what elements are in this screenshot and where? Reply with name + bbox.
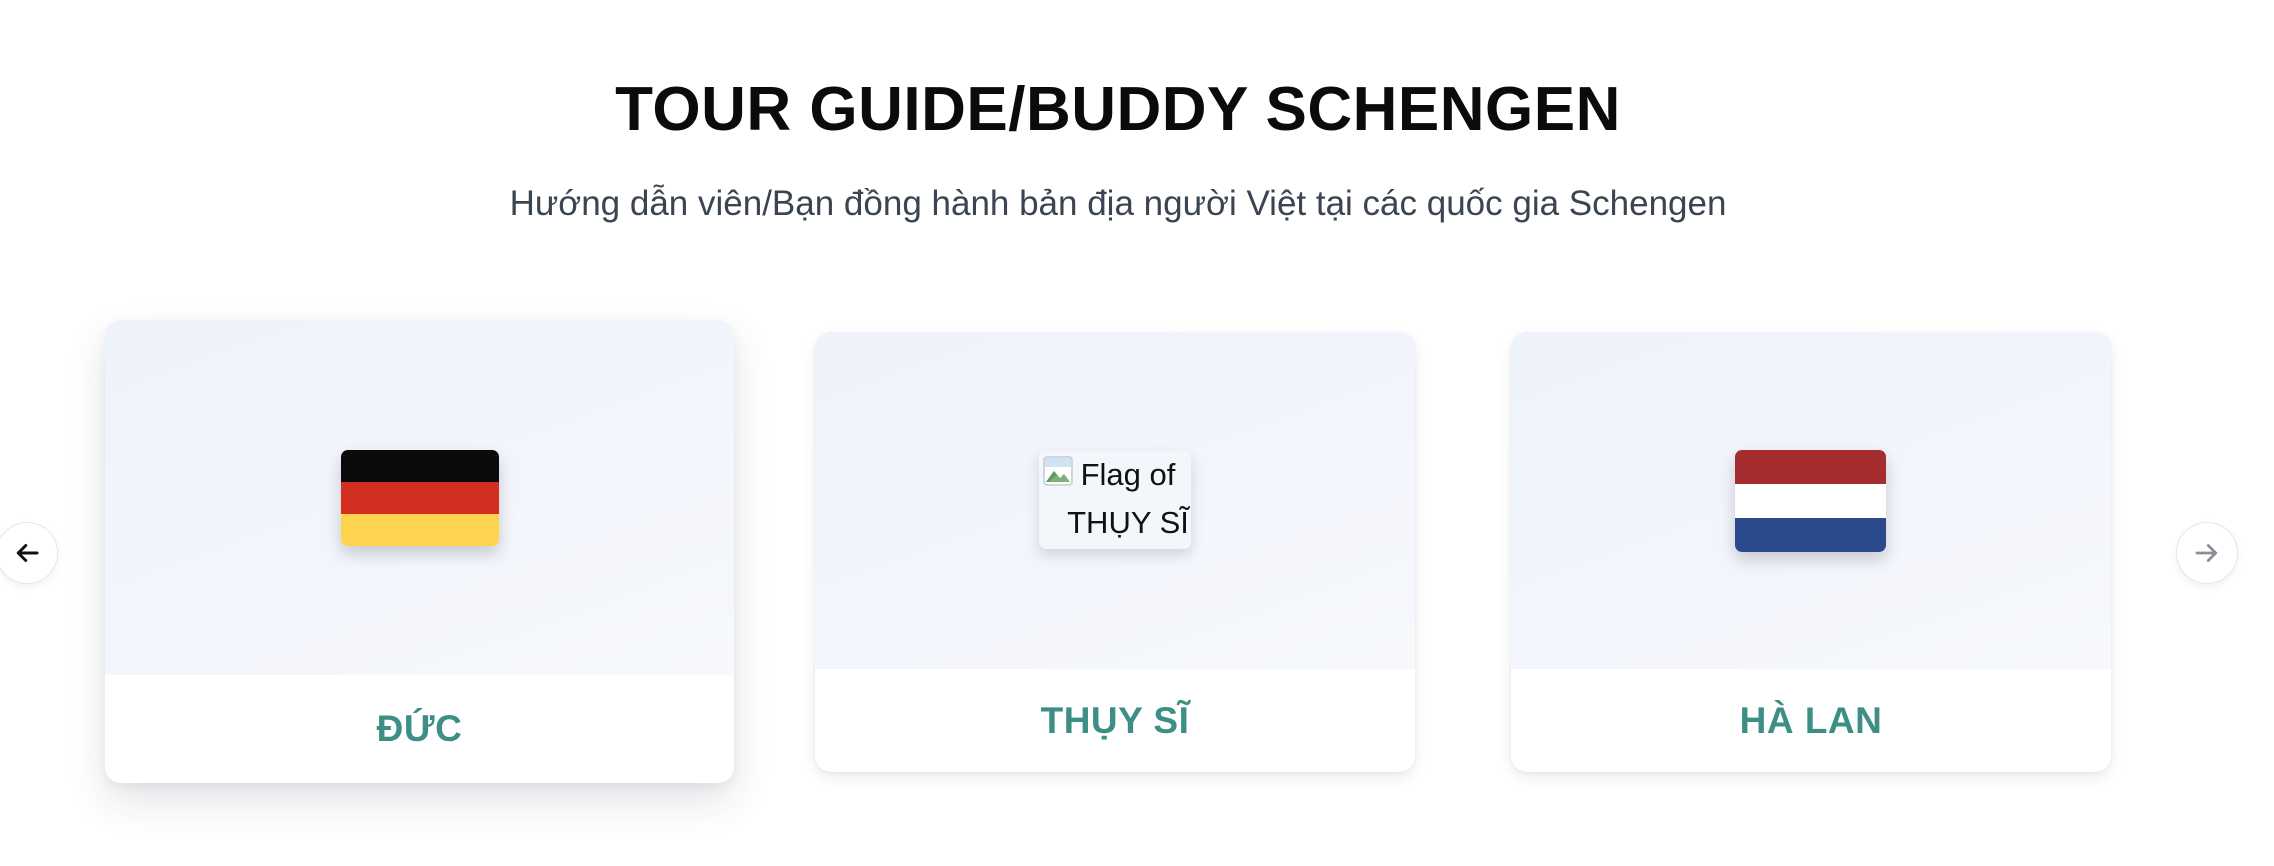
country-card-switzerland[interactable]: Flag of THỤY SĨ THỤY SĨ [815,332,1415,772]
card-label: THỤY SĨ [1040,699,1190,741]
carousel-prev-button[interactable] [0,522,58,584]
country-card-netherlands[interactable]: HÀ LAN [1511,332,2111,772]
section-subtitle: Hướng dẫn viên/Bạn đồng hành bản địa ngư… [509,184,1727,223]
arrow-left-icon [16,544,39,562]
broken-image-icon [1043,456,1073,486]
switzerland-flag-image: Flag of THỤY SĨ [1039,451,1191,549]
germany-flag [341,450,499,546]
card-image-area [105,320,734,675]
card-label: HÀ LAN [1739,699,1883,741]
card-image-area: Flag of THỤY SĨ [815,332,1415,669]
carousel-next-button[interactable] [2176,522,2238,584]
card-label: ĐỨC [376,708,463,749]
arrow-right-icon [2195,544,2218,562]
section-title: TOUR GUIDE/BUDDY SCHENGEN [615,75,1621,144]
netherlands-flag [1735,450,1886,552]
card-image-area [1511,332,2111,669]
country-card-germany[interactable]: ĐỨC [105,320,734,783]
